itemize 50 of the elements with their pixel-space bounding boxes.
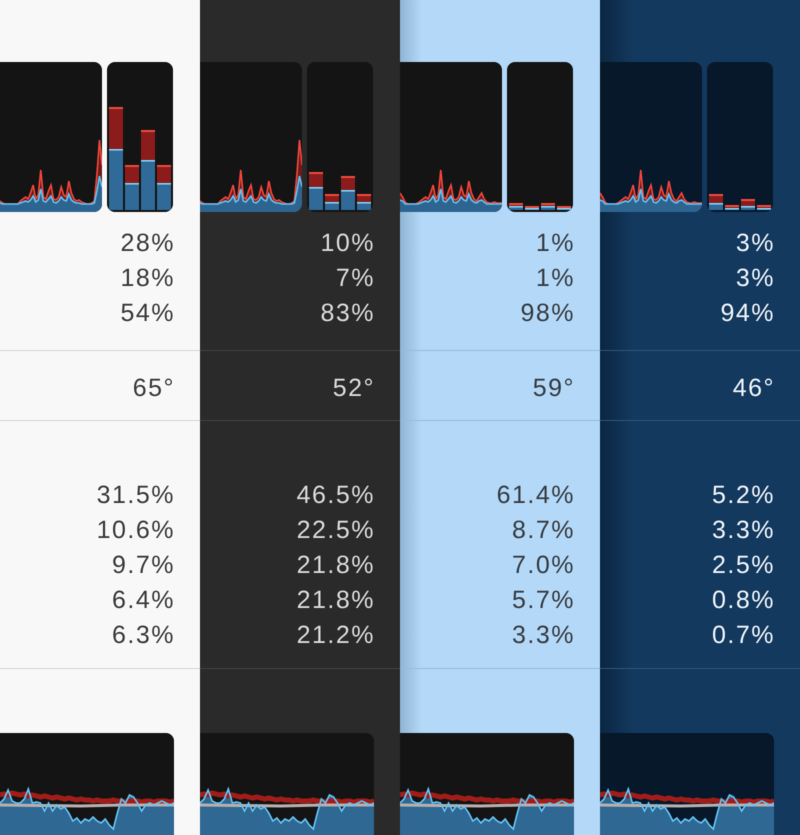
stacked-bar — [309, 172, 323, 210]
stacked-bar — [541, 203, 555, 210]
stacked-bar — [341, 176, 355, 210]
percent-value: 46.5% — [296, 480, 375, 511]
percent-value: 6.3% — [112, 620, 175, 651]
percent-value: 7% — [336, 263, 375, 294]
percent-value: 22.5% — [296, 515, 375, 546]
stacked-bar — [325, 194, 339, 210]
degree-value: 46° — [732, 373, 775, 404]
percent-value: 0.7% — [712, 620, 775, 651]
percent-value: 21.8% — [296, 585, 375, 616]
percent-value: 5.2% — [712, 480, 775, 511]
degree-value: 59° — [532, 373, 575, 404]
percent-value: 1% — [536, 228, 575, 259]
percent-value: 1% — [536, 263, 575, 294]
degree-value: 65° — [132, 373, 175, 404]
stacked-bar — [757, 205, 771, 210]
percent-value: 28% — [120, 228, 175, 259]
percent-value: 94% — [720, 298, 775, 329]
stacked-bar — [709, 194, 723, 210]
percent-value: 7.0% — [512, 550, 575, 581]
percent-value: 6.4% — [112, 585, 175, 616]
percent-value: 18% — [120, 263, 175, 294]
stacked-bar — [525, 206, 539, 210]
stacked-bar — [557, 206, 571, 210]
percent-value: 5.7% — [512, 585, 575, 616]
percent-value: 54% — [120, 298, 175, 329]
percent-value: 3.3% — [512, 620, 575, 651]
percent-value: 2.5% — [712, 550, 775, 581]
percent-value: 61.4% — [496, 480, 575, 511]
percent-value: 3% — [736, 263, 775, 294]
percent-value: 10% — [320, 228, 375, 259]
percent-value: 98% — [520, 298, 575, 329]
percent-value: 10.6% — [96, 515, 175, 546]
stacked-bar — [741, 199, 755, 210]
percent-value: 3% — [736, 228, 775, 259]
stacked-bar — [725, 205, 739, 210]
percent-value: 3.3% — [712, 515, 775, 546]
percent-value: 9.7% — [112, 550, 175, 581]
stacked-bar — [157, 165, 171, 210]
percent-value: 21.2% — [296, 620, 375, 651]
percent-value: 21.8% — [296, 550, 375, 581]
stacked-bar — [509, 203, 523, 210]
percent-value: 0.8% — [712, 585, 775, 616]
percent-value: 31.5% — [96, 480, 175, 511]
degree-value: 52° — [332, 373, 375, 404]
stacked-bar — [357, 194, 371, 210]
stacked-bar — [125, 165, 139, 210]
percent-value: 83% — [320, 298, 375, 329]
percent-value: 8.7% — [512, 515, 575, 546]
